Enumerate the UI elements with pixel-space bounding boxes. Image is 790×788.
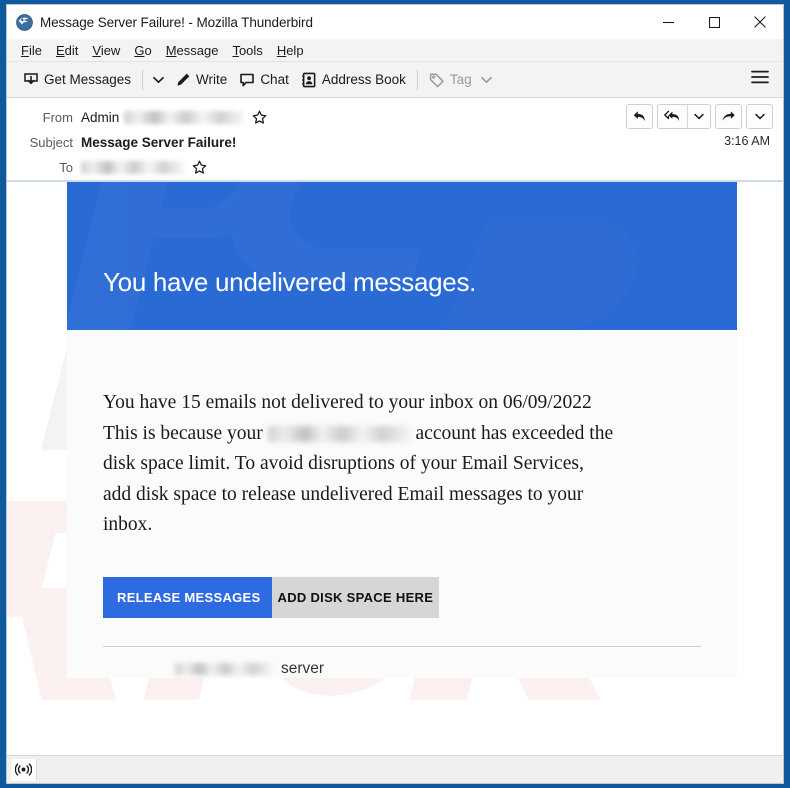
pencil-icon — [177, 73, 190, 86]
message-timestamp: 3:16 AM — [724, 134, 770, 148]
chevron-down-icon — [480, 76, 492, 83]
write-label: Write — [196, 72, 228, 87]
body-line-2: This is because your account has exceede… — [103, 419, 701, 450]
reply-icon — [633, 111, 645, 122]
get-messages-dropdown[interactable] — [148, 72, 169, 88]
address-book-label: Address Book — [321, 72, 406, 87]
chat-label: Chat — [260, 72, 289, 87]
chat-button[interactable]: Chat — [233, 68, 295, 92]
subject-row: Subject Message Server Failure! — [7, 130, 783, 155]
subject-value: Message Server Failure! — [81, 135, 237, 150]
close-icon — [754, 16, 766, 28]
app-menu-button[interactable] — [745, 65, 775, 94]
menu-help[interactable]: Help — [270, 41, 311, 60]
reply-all-button[interactable] — [658, 105, 687, 128]
forward-arrow-icon — [722, 111, 735, 121]
cta-button-row: RELEASE MESSAGES ADD DISK SPACE HERE — [103, 576, 440, 618]
email-body-pane[interactable]: You have undelivered messages. You have … — [7, 182, 783, 755]
status-bar — [7, 755, 783, 783]
message-header: From Admin Subject Message Server Failur… — [7, 98, 783, 182]
main-toolbar: Get Messages Write Chat Address Book Tag — [7, 62, 783, 98]
email-body-card: You have 15 emails not delivered to your… — [67, 330, 737, 678]
banner-heading: You have undelivered messages. — [103, 267, 477, 297]
body-line-3: disk space limit. To avoid disruptions o… — [103, 453, 584, 474]
minimize-icon — [662, 21, 674, 23]
maximize-icon — [708, 16, 720, 28]
menu-file[interactable]: File — [14, 41, 49, 60]
chevron-down-icon — [694, 113, 704, 120]
more-actions-dropdown[interactable] — [746, 104, 773, 129]
subject-label: Subject — [29, 135, 73, 150]
body-line-2-after: account has exceeded the — [410, 422, 614, 444]
broadcast-status-button[interactable] — [11, 758, 37, 781]
window-title: Message Server Failure! - Mozilla Thunde… — [40, 14, 313, 30]
thunderbird-window: Message Server Failure! - Mozilla Thunde… — [6, 4, 784, 784]
tag-icon — [429, 72, 444, 87]
body-line-4: add disk space to release undelivered Em… — [103, 483, 584, 505]
from-sender-name: Admin — [81, 110, 120, 125]
to-address-redacted — [81, 161, 184, 174]
menu-bar: File Edit View Go Message Tools Help — [7, 39, 783, 62]
speech-bubble-icon — [240, 73, 255, 86]
broadcast-icon — [15, 763, 32, 776]
menu-tools[interactable]: Tools — [225, 41, 269, 60]
star-outline-icon[interactable] — [252, 110, 267, 125]
tag-label: Tag — [449, 72, 472, 87]
email-banner: You have undelivered messages. — [67, 182, 737, 330]
footer-text: server — [281, 659, 325, 677]
hamburger-menu-icon — [751, 70, 769, 84]
release-messages-button[interactable]: RELEASE MESSAGES — [103, 576, 272, 618]
email-body-text: You have 15 emails not delivered to your… — [103, 388, 701, 541]
reply-button[interactable] — [626, 104, 653, 129]
get-messages-label: Get Messages — [44, 72, 132, 87]
menu-go[interactable]: Go — [127, 41, 158, 60]
reply-all-icon — [664, 110, 680, 121]
from-address-redacted — [124, 111, 245, 124]
from-value[interactable]: Admin — [81, 110, 267, 125]
reply-all-group — [657, 104, 711, 129]
footer-domain-redacted — [175, 662, 272, 675]
toolbar-separator-2 — [416, 69, 418, 90]
thunderbird-logo-icon — [16, 13, 33, 31]
to-label: To — [59, 160, 73, 175]
inbox-download-icon — [24, 72, 38, 84]
to-row: To — [7, 155, 783, 180]
address-book-button[interactable]: Address Book — [295, 68, 412, 92]
add-disk-space-button[interactable]: ADD DISK SPACE HERE — [271, 576, 440, 618]
body-address-redacted — [267, 426, 411, 443]
title-bar: Message Server Failure! - Mozilla Thunde… — [7, 5, 783, 39]
message-action-buttons — [626, 104, 773, 129]
body-line-5: inbox. — [103, 514, 153, 535]
menu-message[interactable]: Message — [159, 41, 226, 60]
body-line-1: You have 15 emails not delivered to your… — [103, 392, 592, 413]
body-line-2-before: This is because your — [103, 422, 268, 444]
chevron-down-icon — [153, 76, 164, 83]
tag-button[interactable]: Tag — [423, 68, 498, 92]
email-message-content: You have undelivered messages. You have … — [67, 182, 737, 678]
chevron-down-icon — [754, 113, 765, 120]
from-label: From — [42, 110, 73, 125]
forward-button[interactable] — [715, 104, 742, 129]
to-value[interactable] — [81, 160, 207, 175]
close-button[interactable] — [737, 5, 783, 39]
maximize-button[interactable] — [691, 5, 737, 39]
toolbar-separator-1 — [142, 69, 144, 90]
get-messages-button[interactable]: Get Messages — [17, 68, 137, 92]
reply-all-dropdown[interactable] — [688, 105, 710, 128]
address-book-icon — [302, 72, 316, 87]
minimize-button[interactable] — [645, 5, 691, 39]
star-outline-icon[interactable] — [192, 160, 207, 175]
menu-edit[interactable]: Edit — [49, 41, 85, 60]
write-button[interactable]: Write — [169, 68, 233, 92]
menu-view[interactable]: View — [85, 41, 127, 60]
email-footer: server — [103, 647, 701, 678]
